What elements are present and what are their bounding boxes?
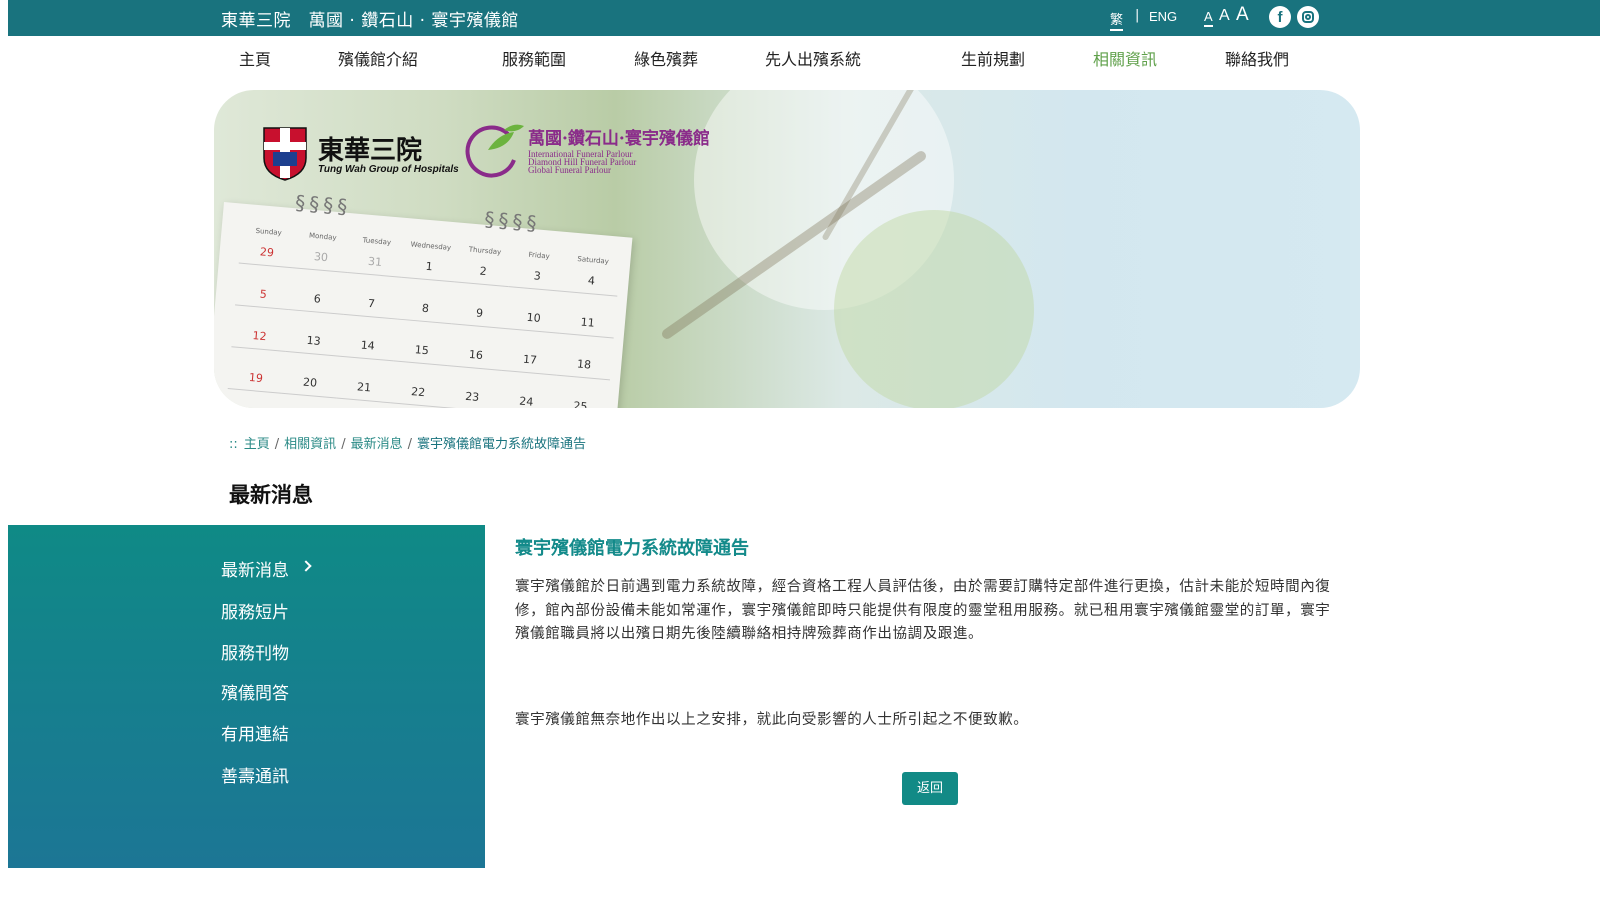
breadcrumb-current: 寰宇殯儀館電力系統故障通告 [416,437,586,452]
calendar-date: 14 [339,336,396,362]
facebook-icon[interactable]: f [1269,6,1291,28]
breadcrumb-separator: / [407,437,412,452]
nav-item-contact-us[interactable]: 聯絡我們 [1225,46,1289,70]
tung-wah-logo-cn: 東華三院 [318,136,423,166]
site-title[interactable]: 東華三院 萬國 · 鑽石山 · 寰宇殯儀館 [221,6,519,31]
breadcrumb-separator: / [274,437,280,452]
funeral-parlour-logo-cn: 萬國·鑽石山·寰宇殯儀館 [528,129,710,149]
calendar-date: 12 [231,327,288,352]
nav-item-home[interactable]: 主頁 [239,46,271,70]
calendar-date: 30 [292,248,349,273]
sidebar-item-publications[interactable]: 服務刊物 [221,639,289,664]
calendar-day-name: Sunday [255,226,283,238]
calendar-date: 5 [235,285,291,311]
calendar-date: 8 [397,299,454,325]
tung-wah-logo [263,127,307,181]
breadcrumb-separator: / [341,437,346,452]
calendar-date: 29 [238,243,295,269]
calendar-date: 31 [346,253,403,278]
calendar-date: 11 [559,313,616,339]
breadcrumb-home[interactable]: 主頁 [244,437,270,452]
calendar-date: 2 [455,262,511,288]
calendar-date: 9 [451,304,508,330]
calendar-day-name: Thursday [468,245,502,257]
calendar-date: 24 [498,392,554,408]
hero-banner: §§§§ §§§§ Sunday Monday Tuesday Wednesday Th… [214,90,1360,408]
calendar-day-name: Monday [308,231,337,242]
nav-item-pre-planning[interactable]: 生前規劃 [961,46,1025,70]
nav-item-services[interactable]: 服務範圍 [502,46,566,70]
breadcrumb: :: 主頁 / 相關資訊 / 最新消息 / 寰宇殯儀館電力系統故障通告 [229,433,586,452]
calendar-date: 17 [501,350,558,376]
calendar-rings: §§§§ [482,206,541,236]
nav-item-parlour-intro[interactable]: 殯儀館介紹 [338,46,418,70]
calendar-image: §§§§ §§§§ Sunday Monday Tuesday Wednesday Th… [214,190,633,408]
funeral-parlour-logo [465,124,524,178]
calendar-date: 23 [444,388,500,408]
sidebar-item-useful-links[interactable]: 有用連結 [221,720,289,745]
sidebar-item-faq[interactable]: 殯儀問答 [221,679,289,704]
logo-en-line: Global Funeral Parlour [528,165,611,175]
tung-wah-logo-en: Tung Wah Group of Hospitals [318,164,459,175]
calendar-day-name: Friday [528,250,551,261]
calendar-date: 18 [555,355,612,381]
calendar-date: 22 [389,383,446,408]
calendar-date: 13 [285,332,342,357]
font-size-medium-button[interactable]: A [1219,7,1230,25]
nav-item-related-info[interactable]: 相關資訊 [1093,46,1157,70]
calendar-rings: §§§§ [293,190,352,219]
article-paragraph: 寰宇殯儀館無奈地作出以上之安排，就此向受影響的人士所引起之不便致歉。 [515,712,1029,728]
calendar-day-name: Saturday [577,255,610,266]
article-paragraph: 寰宇殯儀館於日前遇到電力系統故障，經合資格工程人員評估後，由於需要訂購特定部件進… [515,579,1331,642]
calendar-day-name: Tuesday [362,236,392,247]
funeral-parlour-logo-en: International Funeral Parlour Diamond Hi… [528,150,636,175]
breadcrumb-related-info[interactable]: 相關資訊 [284,437,336,452]
calendar-date: 1 [400,257,457,283]
calendar-day-name: Wednesday [410,240,452,252]
sidebar-item-newsletter[interactable]: 善壽通訊 [221,762,289,787]
sidebar-item-service-videos[interactable]: 服務短片 [221,598,289,623]
calendar-date: 20 [281,373,338,399]
calendar-dates: 29 30 31 1 2 3 4 5 6 7 8 9 10 11 12 13 14 15 16 17 18 19 20 21 2… [227,243,619,408]
font-size-large-button[interactable]: A [1236,4,1249,26]
calendar-date: 7 [343,294,400,320]
back-button[interactable]: 返回 [902,772,958,805]
article-title: 寰宇殯儀館電力系統故障通告 [515,538,749,559]
calendar-date: 6 [289,290,345,315]
banner-bokeh [834,210,1034,408]
font-size-small-button[interactable]: A [1204,9,1213,27]
calendar-date: 15 [393,341,450,367]
calendar-date: 4 [563,271,619,297]
calendar-date: 3 [509,267,565,292]
breadcrumb-prefix: :: [229,437,238,452]
breadcrumb-latest-news[interactable]: 最新消息 [351,437,403,452]
calendar-date: 16 [447,346,504,371]
lang-english[interactable]: ENG [1149,9,1177,24]
calendar-date: 21 [335,378,392,404]
nav-item-green-burial[interactable]: 綠色殯葬 [634,46,698,70]
page-title: 最新消息 [229,483,313,507]
calendar-date: 10 [505,309,562,334]
sidebar-item-latest-news[interactable]: 最新消息 [221,556,289,581]
nav-item-funeral-system[interactable]: 先人出殯系統 [765,46,861,70]
calendar-date: 25 [552,397,608,408]
lang-separator: | [1135,8,1140,23]
calendar-date: 19 [227,369,284,394]
instagram-icon[interactable] [1297,6,1319,28]
lang-trad-chinese[interactable]: 繁 [1110,9,1124,31]
